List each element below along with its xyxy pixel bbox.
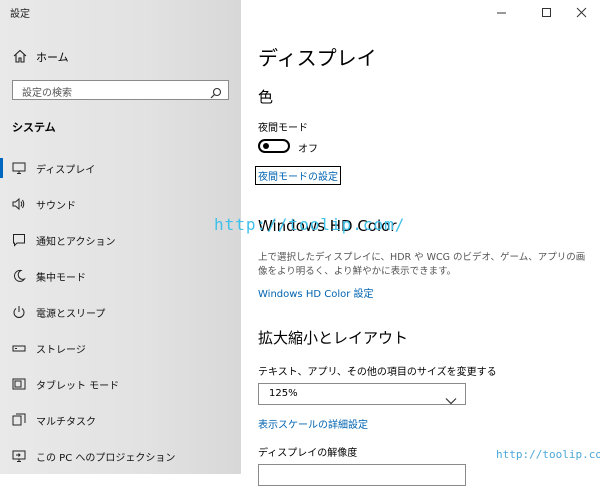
notification-icon bbox=[12, 232, 26, 247]
active-indicator bbox=[0, 158, 3, 178]
resolution-dropdown[interactable] bbox=[258, 464, 466, 486]
close-button[interactable] bbox=[565, 0, 598, 26]
sidebar-item-label: マルチタスク bbox=[36, 417, 96, 428]
scale-value: 125% bbox=[269, 388, 298, 399]
storage-icon bbox=[12, 340, 26, 354]
monitor-icon bbox=[12, 160, 26, 174]
home-button[interactable]: ホーム bbox=[0, 44, 241, 70]
scale-layout-heading: 拡大縮小とレイアウト bbox=[258, 329, 409, 347]
sidebar-item-label: サウンド bbox=[36, 201, 76, 212]
sidebar-item-label: タブレット モード bbox=[36, 381, 120, 392]
search-icon[interactable] bbox=[210, 84, 222, 103]
sidebar-section-title: システム bbox=[12, 121, 56, 134]
sidebar-item-notifications[interactable]: 通知とアクション bbox=[0, 227, 241, 253]
scale-dropdown[interactable]: 125% bbox=[258, 383, 466, 405]
hdr-description: 上で選択したディスプレイに、HDR や WCG のビデオ、ゲーム、アプリの画像を… bbox=[258, 252, 586, 277]
minimize-button[interactable] bbox=[485, 0, 518, 26]
resolution-label: ディスプレイの解像度 bbox=[258, 448, 358, 459]
hdr-settings-link[interactable]: Windows HD Color 設定 bbox=[258, 285, 374, 300]
sidebar-item-focus-assist[interactable]: 集中モード bbox=[0, 263, 241, 289]
scale-label: テキスト、アプリ、その他の項目のサイズを変更する bbox=[258, 367, 497, 378]
advanced-scaling-link[interactable]: 表示スケールの詳細設定 bbox=[258, 416, 368, 431]
projection-icon bbox=[12, 448, 26, 462]
sidebar-item-sound[interactable]: サウンド bbox=[0, 191, 241, 217]
search-input[interactable]: 設定の検索 bbox=[12, 80, 229, 100]
page-title: ディスプレイ bbox=[258, 46, 377, 70]
close-icon bbox=[576, 7, 587, 18]
watermark-center: http://toolip.com/ bbox=[214, 215, 406, 234]
sidebar-item-label: 電源とスリープ bbox=[36, 309, 106, 320]
sidebar-item-display[interactable]: ディスプレイ bbox=[0, 155, 241, 181]
watermark-corner: http://toolip.com bbox=[496, 448, 600, 461]
tablet-icon bbox=[12, 376, 26, 390]
night-light-toggle[interactable] bbox=[258, 139, 290, 153]
moon-icon bbox=[12, 268, 26, 282]
app-title: 設定 bbox=[10, 9, 30, 20]
sidebar-item-tablet-mode[interactable]: タブレット モード bbox=[0, 371, 241, 397]
maximize-icon bbox=[542, 8, 551, 17]
minimize-icon bbox=[497, 12, 506, 14]
multitask-icon bbox=[12, 412, 26, 426]
search-placeholder: 設定の検索 bbox=[22, 88, 72, 99]
sidebar-item-label: 集中モード bbox=[36, 273, 86, 284]
sidebar: 設定 ホーム 設定の検索 システム ディスプレイ サウンド 通知とアクション 集… bbox=[0, 0, 241, 474]
sidebar-item-storage[interactable]: ストレージ bbox=[0, 335, 241, 361]
sidebar-item-label: ディスプレイ bbox=[36, 165, 96, 176]
sidebar-item-label: 通知とアクション bbox=[36, 237, 116, 248]
night-light-settings-link[interactable]: 夜間モードの設定 bbox=[255, 166, 341, 185]
night-light-state: オフ bbox=[298, 144, 318, 155]
sidebar-item-multitasking[interactable]: マルチタスク bbox=[0, 407, 241, 433]
toggle-knob bbox=[263, 143, 269, 149]
color-section-heading: 色 bbox=[258, 88, 274, 106]
speaker-icon bbox=[12, 196, 26, 211]
sidebar-item-power-sleep[interactable]: 電源とスリープ bbox=[0, 299, 241, 325]
power-icon bbox=[12, 304, 26, 318]
home-icon bbox=[13, 48, 27, 67]
maximize-button[interactable] bbox=[530, 0, 563, 26]
sidebar-item-label: ストレージ bbox=[36, 345, 86, 356]
sidebar-item-label: この PC へのプロジェクション bbox=[36, 453, 176, 464]
chevron-down-icon bbox=[445, 390, 457, 409]
home-label: ホーム bbox=[36, 51, 69, 64]
night-light-label: 夜間モード bbox=[258, 123, 308, 134]
sidebar-item-projection[interactable]: この PC へのプロジェクション bbox=[0, 443, 241, 469]
